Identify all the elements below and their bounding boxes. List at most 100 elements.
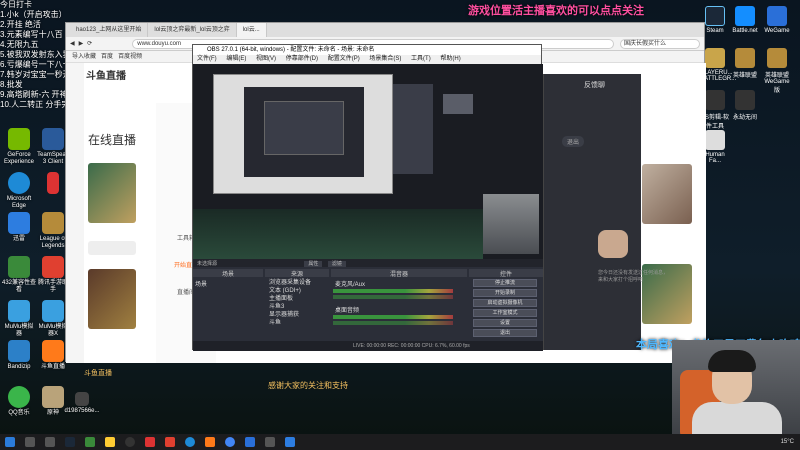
settings-button[interactable]: 设置 [473, 319, 537, 327]
small-caption: 斗鱼直播 [84, 370, 112, 377]
scene-item[interactable]: 场景 [195, 279, 207, 288]
compat-icon [8, 256, 30, 278]
desktop-icon-geforce[interactable]: GeForce Experience [2, 128, 36, 166]
start-icon[interactable] [5, 437, 15, 447]
stream-info [88, 241, 136, 255]
forward-icon[interactable]: ▶ [79, 40, 84, 47]
app-icon[interactable] [245, 437, 255, 447]
mumux-icon [42, 300, 64, 322]
source-item[interactable]: 斗鱼 [269, 319, 311, 327]
menu-item[interactable]: 停靠部件(D) [286, 56, 318, 62]
marquee-text: 游戏位置活主播喜欢的可以点点关注 [468, 5, 644, 17]
browser-tab[interactable]: hao123_上网从这里开始 [70, 23, 149, 37]
source-item[interactable]: 斗鱼3 [269, 303, 311, 311]
file-icon [75, 392, 89, 406]
exit-button[interactable]: 退出 [562, 136, 585, 147]
app-icon[interactable] [265, 437, 275, 447]
xunlei-icon [8, 212, 30, 234]
site-sidebar [66, 63, 84, 363]
desktop-icon-compat[interactable]: 432兼容性查看 [2, 256, 36, 294]
system-tray: 15°C [781, 434, 794, 450]
source-list: 浏览器采集设备 文本 (GDI+) 主播面板 斗鱼3 显示器捕获 斗鱼 [269, 279, 311, 327]
start-recording-button[interactable]: 开始录制 [473, 289, 537, 297]
app-icon [47, 172, 59, 194]
mixer-meter [333, 289, 453, 293]
stream-thumbnail[interactable] [88, 163, 136, 223]
source-item[interactable]: 主播面板 [269, 295, 311, 303]
task-view-icon[interactable] [45, 437, 55, 447]
person-body [692, 402, 782, 436]
site-logo[interactable]: 斗鱼直播 [86, 67, 126, 82]
menu-item[interactable]: 帮助(H) [440, 56, 460, 62]
scenes-dock-header: 场景 [193, 269, 263, 278]
desktop-icon-xunlei[interactable]: 迅雷 [2, 212, 36, 243]
obs-title: OBS 27.0.1 (64-bit, windows) - 配置文件: 未命名… [193, 45, 541, 55]
menu-item[interactable]: 配置文件(P) [328, 56, 360, 62]
virtual-camera-button[interactable]: 启动虚拟摄像机 [473, 299, 537, 307]
menu-item[interactable]: 编辑(E) [226, 56, 246, 62]
qqmusic-icon [8, 386, 30, 408]
bookmark-item[interactable]: 导入收藏 [72, 54, 96, 60]
obs-menu: 文件(F) 编辑(E) 视图(V) 停靠部件(D) 配置文件(P) 场景集合(S… [193, 55, 541, 64]
desktop-icon-qqmusic[interactable]: QQ音乐 [2, 386, 36, 417]
mixer-dock-header: 混音器 [331, 269, 467, 278]
stream-thumbnail[interactable] [88, 269, 136, 329]
empty-chat-text: 您今日还没有发送过任何消息，来和大家打个招呼吧 [598, 270, 669, 283]
taskbar: 15°C [0, 434, 800, 450]
bookmark-item[interactable]: 百度 [101, 54, 113, 60]
app-icon[interactable] [85, 437, 95, 447]
controls-dock-header: 控件 [469, 269, 543, 278]
refresh-icon[interactable]: ⟳ [87, 40, 92, 47]
desktop-icon-naraka[interactable]: 永劫无间 [730, 90, 760, 121]
desktop-icon-lol-right[interactable]: 英雄联盟 [730, 48, 760, 79]
battlenet-icon [735, 6, 755, 26]
desktop-icon-mumu[interactable]: MuMu模拟器 [2, 300, 36, 338]
obs-statusbar: LIVE: 00:00:00 REC: 00:00:00 CPU: 6.7%, … [193, 341, 543, 351]
folder-icon[interactable] [105, 437, 115, 447]
app-icon[interactable] [165, 437, 175, 447]
studio-mode-button[interactable]: 工作室模式 [473, 309, 537, 317]
chrome-icon[interactable] [225, 437, 235, 447]
bandizip-icon [8, 340, 30, 362]
desktop-icon-wegame[interactable]: WeGame [762, 6, 792, 34]
desktop-icon-lol-wegame[interactable]: 英雄联盟WeGame版 [762, 48, 792, 94]
steam-icon[interactable] [65, 437, 75, 447]
app-icon[interactable] [145, 437, 155, 447]
desktop-icon-file[interactable]: d1987566e... [62, 392, 102, 415]
source-item[interactable]: 浏览器采集设备 [269, 279, 311, 287]
weather-temp[interactable]: 15°C [781, 439, 794, 445]
desktop-icon-battlenet[interactable]: Battle.net [730, 6, 760, 34]
person-hair [708, 350, 756, 372]
desktop-icon-edge[interactable]: Microsoft Edge [2, 172, 36, 210]
browser-tab-active[interactable]: lol云... [236, 23, 267, 37]
browser-search-input[interactable]: 国庆长假买什么 [620, 38, 700, 49]
douyu-side-panel [638, 74, 698, 344]
back-icon[interactable]: ◀ [70, 40, 75, 47]
menu-item[interactable]: 视图(V) [256, 56, 276, 62]
menu-item[interactable]: 场景集合(S) [369, 56, 401, 62]
bookmark-item[interactable]: 百度视频 [118, 54, 142, 60]
obs-preview[interactable] [193, 64, 543, 259]
ps-icon [705, 90, 725, 110]
stop-streaming-button[interactable]: 停止推流 [473, 279, 537, 287]
browser-tab[interactable]: lol云顶之弈最新_lol云顶之弈 [148, 23, 237, 37]
edge-icon[interactable] [185, 437, 195, 447]
stream-thumbnail[interactable] [642, 164, 692, 224]
search-icon[interactable] [25, 437, 35, 447]
obs-icon[interactable] [125, 437, 135, 447]
source-item[interactable]: 文本 (GDI+) [269, 287, 311, 295]
chat-line: 今日打卡 [0, 0, 32, 9]
menu-item[interactable]: 工具(T) [411, 56, 431, 62]
menu-item[interactable]: 文件(F) [197, 56, 217, 62]
tencent-icon [42, 256, 64, 278]
lol-icon [42, 212, 64, 234]
douyu-icon[interactable] [205, 437, 215, 447]
lol-wegame-icon [767, 48, 787, 68]
chat-line: 1.小k（开启攻击） [0, 10, 67, 19]
source-item[interactable]: 显示器捕获 [269, 311, 311, 319]
app-icon[interactable] [285, 437, 295, 447]
chat-panel-title: 反馈聊 [584, 82, 605, 89]
scene-list: 场景 [195, 279, 207, 288]
desktop-icon-bandizip[interactable]: Bandizip [2, 340, 36, 371]
exit-button[interactable]: 退出 [473, 329, 537, 337]
